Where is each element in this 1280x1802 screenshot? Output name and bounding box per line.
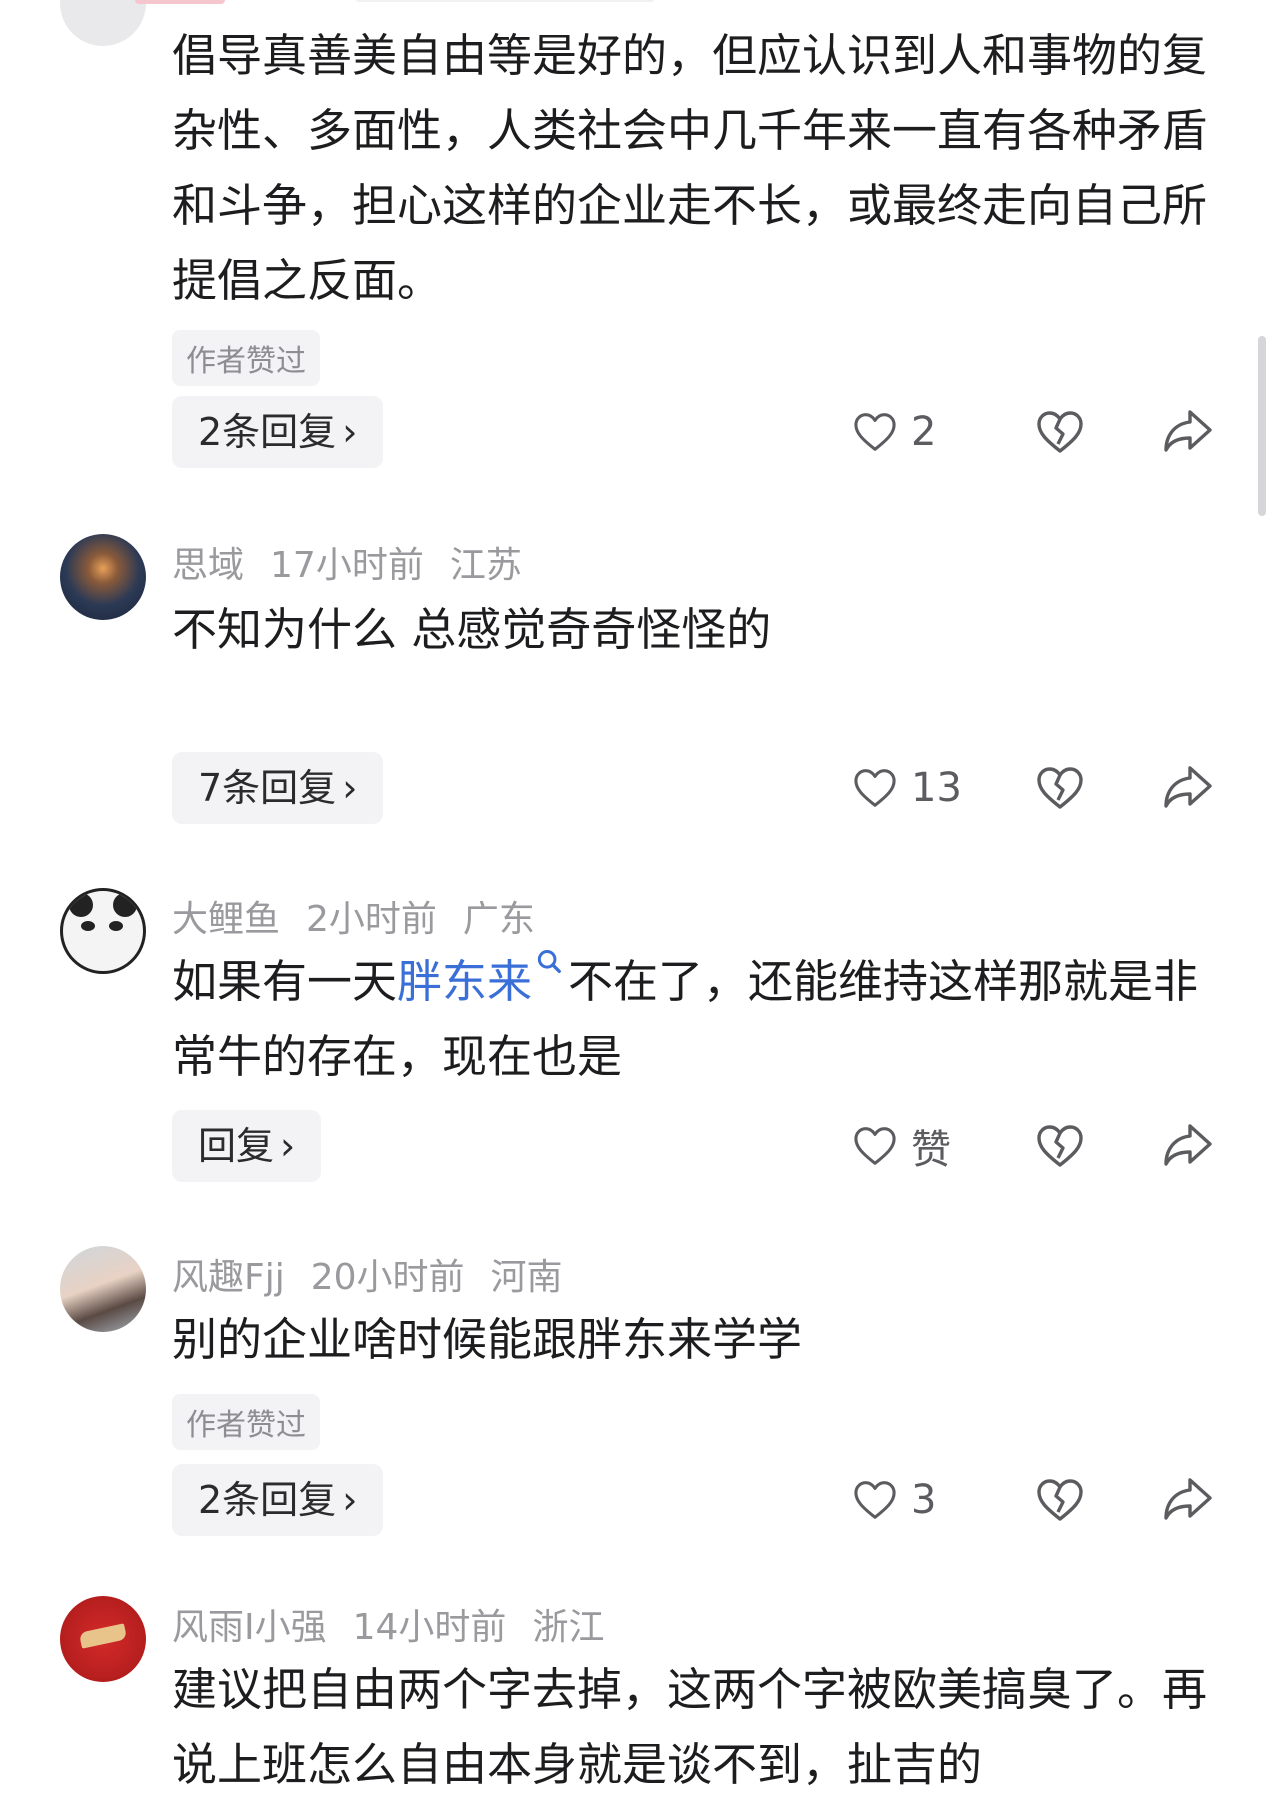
avatar-eye: [81, 921, 95, 931]
comment-text: 别的企业啥时候能跟胖东来学学: [172, 1313, 803, 1366]
avatar[interactable]: [60, 534, 146, 620]
top-partial-badge-2: [355, 0, 655, 2]
avatar[interactable]: [60, 0, 146, 46]
replies-button[interactable]: 回复 ›: [172, 1110, 322, 1182]
like-button[interactable]: 赞: [853, 1116, 951, 1176]
timestamp: 14小时前: [352, 1607, 507, 1648]
like-button[interactable]: 2: [853, 402, 936, 462]
replies-label: 7条回复: [198, 766, 337, 810]
like-count: 赞: [911, 1127, 951, 1173]
timestamp: 17小时前: [270, 545, 424, 586]
location: 广东: [462, 899, 535, 940]
comment-text-before: 如果有一天: [172, 955, 398, 1008]
comment-meta: 大鲤鱼 2小时前 广东: [172, 890, 561, 942]
username[interactable]: 思域: [172, 545, 244, 586]
comment-text: 建议把自由两个字去掉，这两个字被欧美搞臭了。再说上班怎么自由本身就是谈不到，扯吉…: [172, 1663, 1208, 1791]
location: 河南: [490, 1257, 563, 1298]
broken-heart-icon[interactable]: [1036, 1476, 1084, 1524]
like-count: 13: [911, 765, 962, 811]
location: 江苏: [449, 545, 522, 586]
author-liked-badge: 作者赞过: [172, 1394, 320, 1450]
heart-icon: [854, 1127, 896, 1165]
avatar-logo: [78, 1623, 128, 1649]
share-arrow-icon[interactable]: [1162, 408, 1214, 456]
replies-button[interactable]: 2条回复 ›: [172, 1464, 384, 1536]
broken-heart-icon[interactable]: [1036, 764, 1084, 812]
chevron-right-icon: ›: [280, 1124, 296, 1168]
replies-label: 2条回复: [198, 410, 337, 454]
heart-icon: [854, 769, 896, 807]
avatar[interactable]: [60, 1596, 146, 1682]
replies-label: 2条回复: [198, 1478, 337, 1522]
share-arrow-icon[interactable]: [1162, 1122, 1214, 1170]
avatar-ear: [113, 893, 137, 917]
broken-heart-icon[interactable]: [1036, 408, 1084, 456]
chevron-right-icon: ›: [342, 410, 358, 454]
scrollbar[interactable]: [1258, 336, 1266, 516]
username[interactable]: 风雨I小强: [172, 1607, 327, 1648]
share-arrow-icon[interactable]: [1162, 764, 1214, 812]
username[interactable]: 风趣Fjj: [172, 1257, 285, 1298]
avatar[interactable]: [60, 888, 146, 974]
like-count: 3: [911, 1477, 937, 1523]
timestamp: 2小时前: [306, 899, 437, 940]
timestamp: 20小时前: [310, 1257, 465, 1298]
replies-button[interactable]: 7条回复 ›: [172, 752, 384, 824]
comment-text: 倡导真善美自由等是好的，但应认识到人和事物的复杂性、多面性，人类社会中几千年来一…: [172, 29, 1208, 307]
comment-meta: 风趣Fjj 20小时前 河南: [172, 1248, 589, 1300]
comment-meta: 思域 17小时前 江苏: [172, 536, 548, 588]
replies-button[interactable]: 2条回复 ›: [172, 396, 384, 468]
avatar-ear: [69, 893, 93, 917]
heart-icon: [854, 413, 896, 451]
heart-icon: [854, 1481, 896, 1519]
comment-meta: 风雨I小强 14小时前 浙江: [172, 1598, 630, 1650]
username[interactable]: 大鲤鱼: [172, 899, 280, 940]
avatar-eye: [109, 921, 123, 931]
like-button[interactable]: 3: [853, 1470, 936, 1530]
search-link-text: 胖东来: [397, 955, 533, 1008]
top-partial-badge: [135, 0, 225, 4]
chevron-right-icon: ›: [342, 766, 358, 810]
chevron-right-icon: ›: [342, 1478, 358, 1522]
location: 浙江: [532, 1607, 605, 1648]
like-count: 2: [911, 409, 937, 455]
author-liked-badge: 作者赞过: [172, 330, 320, 386]
share-arrow-icon[interactable]: [1162, 1476, 1214, 1524]
avatar[interactable]: [60, 1246, 146, 1332]
broken-heart-icon[interactable]: [1036, 1122, 1084, 1170]
like-button[interactable]: 13: [853, 758, 962, 818]
search-icon: [537, 950, 561, 974]
replies-label: 回复: [198, 1124, 275, 1168]
comment-text: 不知为什么 总感觉奇奇怪怪的: [172, 603, 772, 656]
search-link[interactable]: 胖东来: [397, 950, 568, 1008]
comment-text: 如果有一天胖东来 不在了，还能维持这样那就是非常牛的存在，现在也是: [172, 944, 1212, 1094]
